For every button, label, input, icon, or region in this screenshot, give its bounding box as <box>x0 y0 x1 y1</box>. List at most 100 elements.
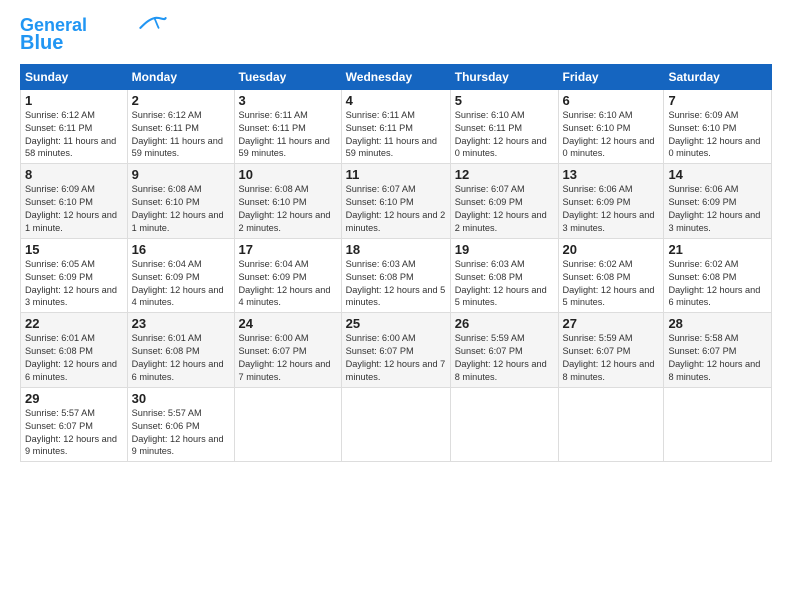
day-cell: 6 Sunrise: 6:10 AMSunset: 6:10 PMDayligh… <box>558 89 664 164</box>
day-cell: 2 Sunrise: 6:12 AMSunset: 6:11 PMDayligh… <box>127 89 234 164</box>
day-cell: 17 Sunrise: 6:04 AMSunset: 6:09 PMDaylig… <box>234 238 341 313</box>
logo-text2: Blue <box>20 32 63 54</box>
day-cell: 13 Sunrise: 6:06 AMSunset: 6:09 PMDaylig… <box>558 164 664 239</box>
day-detail: Sunrise: 6:10 AMSunset: 6:11 PMDaylight:… <box>455 110 547 159</box>
day-detail: Sunrise: 5:59 AMSunset: 6:07 PMDaylight:… <box>455 333 547 382</box>
day-detail: Sunrise: 6:06 AMSunset: 6:09 PMDaylight:… <box>563 184 655 233</box>
day-number: 25 <box>346 316 446 331</box>
col-header-saturday: Saturday <box>664 64 772 89</box>
col-header-thursday: Thursday <box>450 64 558 89</box>
day-cell: 11 Sunrise: 6:07 AMSunset: 6:10 PMDaylig… <box>341 164 450 239</box>
week-row-2: 8 Sunrise: 6:09 AMSunset: 6:10 PMDayligh… <box>21 164 772 239</box>
day-cell: 24 Sunrise: 6:00 AMSunset: 6:07 PMDaylig… <box>234 313 341 388</box>
day-detail: Sunrise: 6:01 AMSunset: 6:08 PMDaylight:… <box>132 333 224 382</box>
day-number: 3 <box>239 93 337 108</box>
day-detail: Sunrise: 5:57 AMSunset: 6:06 PMDaylight:… <box>132 408 224 457</box>
day-number: 29 <box>25 391 123 406</box>
col-header-tuesday: Tuesday <box>234 64 341 89</box>
day-cell: 21 Sunrise: 6:02 AMSunset: 6:08 PMDaylig… <box>664 238 772 313</box>
day-number: 9 <box>132 167 230 182</box>
day-number: 2 <box>132 93 230 108</box>
day-number: 26 <box>455 316 554 331</box>
day-detail: Sunrise: 6:06 AMSunset: 6:09 PMDaylight:… <box>668 184 760 233</box>
week-row-4: 22 Sunrise: 6:01 AMSunset: 6:08 PMDaylig… <box>21 313 772 388</box>
day-cell: 14 Sunrise: 6:06 AMSunset: 6:09 PMDaylig… <box>664 164 772 239</box>
day-number: 30 <box>132 391 230 406</box>
day-number: 4 <box>346 93 446 108</box>
day-number: 24 <box>239 316 337 331</box>
day-number: 12 <box>455 167 554 182</box>
day-detail: Sunrise: 5:59 AMSunset: 6:07 PMDaylight:… <box>563 333 655 382</box>
day-detail: Sunrise: 6:11 AMSunset: 6:11 PMDaylight:… <box>346 110 437 159</box>
day-number: 23 <box>132 316 230 331</box>
day-number: 1 <box>25 93 123 108</box>
day-number: 13 <box>563 167 660 182</box>
day-detail: Sunrise: 6:09 AMSunset: 6:10 PMDaylight:… <box>668 110 760 159</box>
day-number: 7 <box>668 93 767 108</box>
day-cell <box>234 387 341 462</box>
col-header-friday: Friday <box>558 64 664 89</box>
day-cell: 30 Sunrise: 5:57 AMSunset: 6:06 PMDaylig… <box>127 387 234 462</box>
calendar-table: SundayMondayTuesdayWednesdayThursdayFrid… <box>20 64 772 463</box>
day-number: 20 <box>563 242 660 257</box>
day-number: 15 <box>25 242 123 257</box>
col-header-monday: Monday <box>127 64 234 89</box>
day-number: 28 <box>668 316 767 331</box>
calendar-header: SundayMondayTuesdayWednesdayThursdayFrid… <box>21 64 772 89</box>
day-number: 5 <box>455 93 554 108</box>
day-cell <box>341 387 450 462</box>
day-detail: Sunrise: 6:02 AMSunset: 6:08 PMDaylight:… <box>668 259 760 308</box>
day-number: 21 <box>668 242 767 257</box>
header-row: SundayMondayTuesdayWednesdayThursdayFrid… <box>21 64 772 89</box>
day-detail: Sunrise: 6:03 AMSunset: 6:08 PMDaylight:… <box>455 259 547 308</box>
day-detail: Sunrise: 6:05 AMSunset: 6:09 PMDaylight:… <box>25 259 117 308</box>
logo: General Blue <box>20 16 167 54</box>
day-cell: 28 Sunrise: 5:58 AMSunset: 6:07 PMDaylig… <box>664 313 772 388</box>
day-detail: Sunrise: 6:08 AMSunset: 6:10 PMDaylight:… <box>239 184 331 233</box>
day-cell: 8 Sunrise: 6:09 AMSunset: 6:10 PMDayligh… <box>21 164 128 239</box>
day-cell: 12 Sunrise: 6:07 AMSunset: 6:09 PMDaylig… <box>450 164 558 239</box>
day-cell: 29 Sunrise: 5:57 AMSunset: 6:07 PMDaylig… <box>21 387 128 462</box>
day-number: 14 <box>668 167 767 182</box>
day-number: 17 <box>239 242 337 257</box>
day-detail: Sunrise: 6:04 AMSunset: 6:09 PMDaylight:… <box>132 259 224 308</box>
day-detail: Sunrise: 5:57 AMSunset: 6:07 PMDaylight:… <box>25 408 117 457</box>
day-detail: Sunrise: 6:08 AMSunset: 6:10 PMDaylight:… <box>132 184 224 233</box>
day-cell: 22 Sunrise: 6:01 AMSunset: 6:08 PMDaylig… <box>21 313 128 388</box>
day-cell <box>450 387 558 462</box>
day-cell: 10 Sunrise: 6:08 AMSunset: 6:10 PMDaylig… <box>234 164 341 239</box>
day-detail: Sunrise: 6:11 AMSunset: 6:11 PMDaylight:… <box>239 110 330 159</box>
day-number: 16 <box>132 242 230 257</box>
day-cell: 20 Sunrise: 6:02 AMSunset: 6:08 PMDaylig… <box>558 238 664 313</box>
day-cell: 7 Sunrise: 6:09 AMSunset: 6:10 PMDayligh… <box>664 89 772 164</box>
day-number: 27 <box>563 316 660 331</box>
day-detail: Sunrise: 6:02 AMSunset: 6:08 PMDaylight:… <box>563 259 655 308</box>
day-detail: Sunrise: 6:04 AMSunset: 6:09 PMDaylight:… <box>239 259 331 308</box>
day-cell: 18 Sunrise: 6:03 AMSunset: 6:08 PMDaylig… <box>341 238 450 313</box>
day-number: 11 <box>346 167 446 182</box>
day-number: 18 <box>346 242 446 257</box>
day-cell: 23 Sunrise: 6:01 AMSunset: 6:08 PMDaylig… <box>127 313 234 388</box>
col-header-sunday: Sunday <box>21 64 128 89</box>
page: General Blue SundayMondayTuesdayWednesda… <box>0 0 792 612</box>
header: General Blue <box>20 16 772 54</box>
day-detail: Sunrise: 6:00 AMSunset: 6:07 PMDaylight:… <box>239 333 331 382</box>
day-cell: 27 Sunrise: 5:59 AMSunset: 6:07 PMDaylig… <box>558 313 664 388</box>
day-number: 22 <box>25 316 123 331</box>
day-cell: 5 Sunrise: 6:10 AMSunset: 6:11 PMDayligh… <box>450 89 558 164</box>
day-cell: 3 Sunrise: 6:11 AMSunset: 6:11 PMDayligh… <box>234 89 341 164</box>
day-detail: Sunrise: 6:03 AMSunset: 6:08 PMDaylight:… <box>346 259 446 308</box>
day-detail: Sunrise: 6:07 AMSunset: 6:09 PMDaylight:… <box>455 184 547 233</box>
week-row-5: 29 Sunrise: 5:57 AMSunset: 6:07 PMDaylig… <box>21 387 772 462</box>
day-detail: Sunrise: 6:12 AMSunset: 6:11 PMDaylight:… <box>25 110 116 159</box>
day-cell: 4 Sunrise: 6:11 AMSunset: 6:11 PMDayligh… <box>341 89 450 164</box>
day-detail: Sunrise: 6:00 AMSunset: 6:07 PMDaylight:… <box>346 333 446 382</box>
day-number: 6 <box>563 93 660 108</box>
day-cell: 26 Sunrise: 5:59 AMSunset: 6:07 PMDaylig… <box>450 313 558 388</box>
day-cell <box>558 387 664 462</box>
calendar-body: 1 Sunrise: 6:12 AMSunset: 6:11 PMDayligh… <box>21 89 772 462</box>
day-cell: 25 Sunrise: 6:00 AMSunset: 6:07 PMDaylig… <box>341 313 450 388</box>
col-header-wednesday: Wednesday <box>341 64 450 89</box>
day-cell: 15 Sunrise: 6:05 AMSunset: 6:09 PMDaylig… <box>21 238 128 313</box>
week-row-1: 1 Sunrise: 6:12 AMSunset: 6:11 PMDayligh… <box>21 89 772 164</box>
